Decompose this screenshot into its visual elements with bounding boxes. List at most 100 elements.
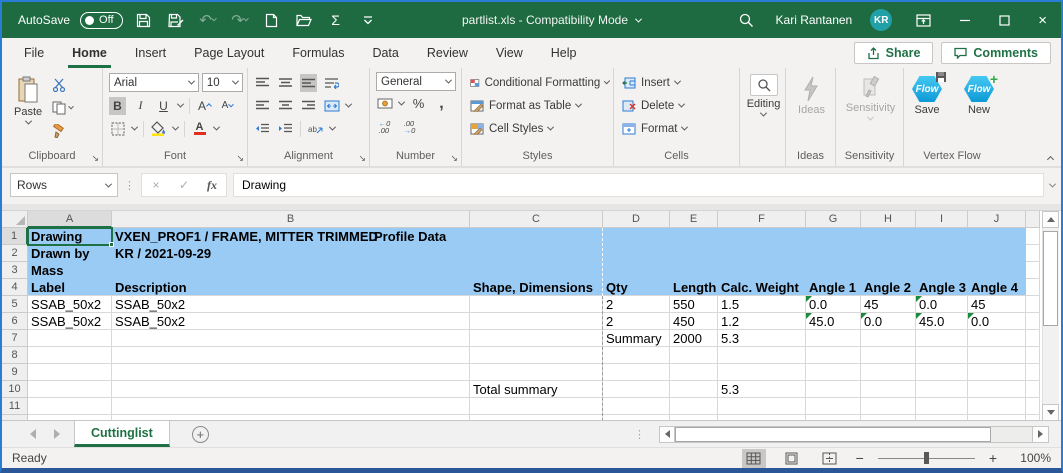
cell-J2[interactable] xyxy=(968,245,1026,262)
tab-view[interactable]: View xyxy=(482,38,537,68)
font-color-dropdown-icon[interactable] xyxy=(213,124,220,131)
format-cells-button[interactable]: Format xyxy=(622,118,735,139)
tab-insert[interactable]: Insert xyxy=(121,38,180,68)
cell-E9[interactable] xyxy=(670,364,718,381)
zoom-out-button[interactable]: − xyxy=(856,451,864,465)
select-all-corner[interactable] xyxy=(2,211,28,228)
cell-B11[interactable] xyxy=(112,398,470,415)
fill-color-button[interactable] xyxy=(150,120,167,138)
zoom-in-button[interactable]: + xyxy=(989,451,997,465)
cell-F1[interactable] xyxy=(718,228,806,245)
column-header-f[interactable]: F xyxy=(718,211,806,228)
cell-J7[interactable] xyxy=(968,330,1026,347)
row-header-5[interactable]: 5 xyxy=(2,296,28,313)
vscroll-down-icon[interactable] xyxy=(1042,404,1059,420)
ideas-button[interactable]: Ideas xyxy=(792,72,831,149)
cell-A5[interactable]: SSAB_50x2 xyxy=(28,296,112,313)
user-name[interactable]: Kari Rantanen xyxy=(768,2,861,38)
italic-button[interactable]: I xyxy=(132,97,149,115)
cell-C3[interactable] xyxy=(470,262,603,279)
cell-I3[interactable] xyxy=(916,262,968,279)
cell-H3[interactable] xyxy=(861,262,916,279)
cell-A11[interactable] xyxy=(28,398,112,415)
sheet-prev-icon[interactable] xyxy=(30,429,36,439)
cell-D4[interactable]: Qty xyxy=(603,279,670,296)
cell-G1[interactable] xyxy=(806,228,861,245)
cell-B6[interactable]: SSAB_50x2 xyxy=(112,313,470,330)
row-header-1[interactable]: 1 xyxy=(2,228,28,245)
underline-dropdown-icon[interactable] xyxy=(177,101,184,108)
vscroll-thumb[interactable] xyxy=(1043,231,1058,326)
cell-F3[interactable] xyxy=(718,262,806,279)
column-header-e[interactable]: E xyxy=(670,211,718,228)
sensitivity-button[interactable]: Sensitivity xyxy=(840,72,902,149)
decrease-indent-button[interactable] xyxy=(254,120,271,138)
cancel-entry-icon[interactable]: × xyxy=(142,178,170,192)
sheet-tab-cuttinglist[interactable]: Cuttinglist xyxy=(74,421,170,447)
cell-J1[interactable] xyxy=(968,228,1026,245)
font-dialog-launcher-icon[interactable]: ↘ xyxy=(236,154,244,163)
name-box-dropdown-icon[interactable] xyxy=(105,180,112,187)
cell-k6[interactable] xyxy=(1026,313,1040,330)
align-left-button[interactable] xyxy=(254,97,271,115)
column-header-i[interactable]: I xyxy=(916,211,968,228)
cell-G10[interactable] xyxy=(806,381,861,398)
merge-center-button[interactable] xyxy=(323,97,340,115)
cell-F9[interactable] xyxy=(718,364,806,381)
fill-handle[interactable] xyxy=(109,242,114,247)
save-as-icon[interactable] xyxy=(165,9,187,31)
cell-F7[interactable]: 5.3 xyxy=(718,330,806,347)
column-header-c[interactable]: C xyxy=(470,211,603,228)
borders-dropdown-icon[interactable] xyxy=(131,124,138,131)
cell-I8[interactable] xyxy=(916,347,968,364)
align-center-button[interactable] xyxy=(277,97,294,115)
cell-G11[interactable] xyxy=(806,398,861,415)
cell-k10[interactable] xyxy=(1026,381,1040,398)
paste-button[interactable]: Paste xyxy=(8,72,48,149)
bold-button[interactable]: B xyxy=(109,97,126,115)
orientation-dropdown-icon[interactable] xyxy=(329,124,336,131)
clipboard-dialog-launcher-icon[interactable]: ↘ xyxy=(91,154,99,163)
increase-font-size-button[interactable]: A xyxy=(196,97,213,115)
hscroll-right-icon[interactable] xyxy=(1033,426,1049,443)
cell-H5[interactable]: 45 xyxy=(861,296,916,313)
cell-C10[interactable]: Total summary xyxy=(470,381,603,398)
cell-k1[interactable] xyxy=(1026,228,1040,245)
cell-B10[interactable] xyxy=(112,381,470,398)
cell-H1[interactable] xyxy=(861,228,916,245)
cell-H7[interactable] xyxy=(861,330,916,347)
cell-G6[interactable]: 45.0 xyxy=(806,313,861,330)
maximize-button[interactable] xyxy=(985,2,1024,38)
font-size-combo[interactable]: 10 xyxy=(202,73,243,92)
cell-C9[interactable] xyxy=(470,364,603,381)
cell-A10[interactable] xyxy=(28,381,112,398)
borders-button[interactable] xyxy=(109,120,126,138)
cell-A9[interactable] xyxy=(28,364,112,381)
cell-E8[interactable] xyxy=(670,347,718,364)
cell-G2[interactable] xyxy=(806,245,861,262)
cell-B1[interactable]: VXEN_PROF1 / FRAME, MITTER TRIMMEDProfil… xyxy=(112,228,470,245)
cell-k7[interactable] xyxy=(1026,330,1040,347)
cell-J10[interactable] xyxy=(968,381,1026,398)
cell-G8[interactable] xyxy=(806,347,861,364)
open-file-icon[interactable] xyxy=(293,9,315,31)
delete-cells-button[interactable]: Delete xyxy=(622,95,735,116)
cell-D7[interactable]: Summary xyxy=(603,330,670,347)
cell-A6[interactable]: SSAB_50x2 xyxy=(28,313,112,330)
cell-k2[interactable] xyxy=(1026,245,1040,262)
cell-G9[interactable] xyxy=(806,364,861,381)
tab-review[interactable]: Review xyxy=(413,38,482,68)
cell-J3[interactable] xyxy=(968,262,1026,279)
cell-B7[interactable] xyxy=(112,330,470,347)
new-file-icon[interactable] xyxy=(261,9,283,31)
cell-D5[interactable]: 2 xyxy=(603,296,670,313)
name-box[interactable]: Rows xyxy=(10,173,118,197)
undo-icon[interactable]: ↶ xyxy=(197,9,219,31)
cell-D8[interactable] xyxy=(603,347,670,364)
insert-cells-button[interactable]: Insert xyxy=(622,72,735,93)
cell-B9[interactable] xyxy=(112,364,470,381)
column-header-j[interactable]: J xyxy=(968,211,1026,228)
cell-I11[interactable] xyxy=(916,398,968,415)
cell-E11[interactable] xyxy=(670,398,718,415)
close-button[interactable]: × xyxy=(1024,2,1061,38)
